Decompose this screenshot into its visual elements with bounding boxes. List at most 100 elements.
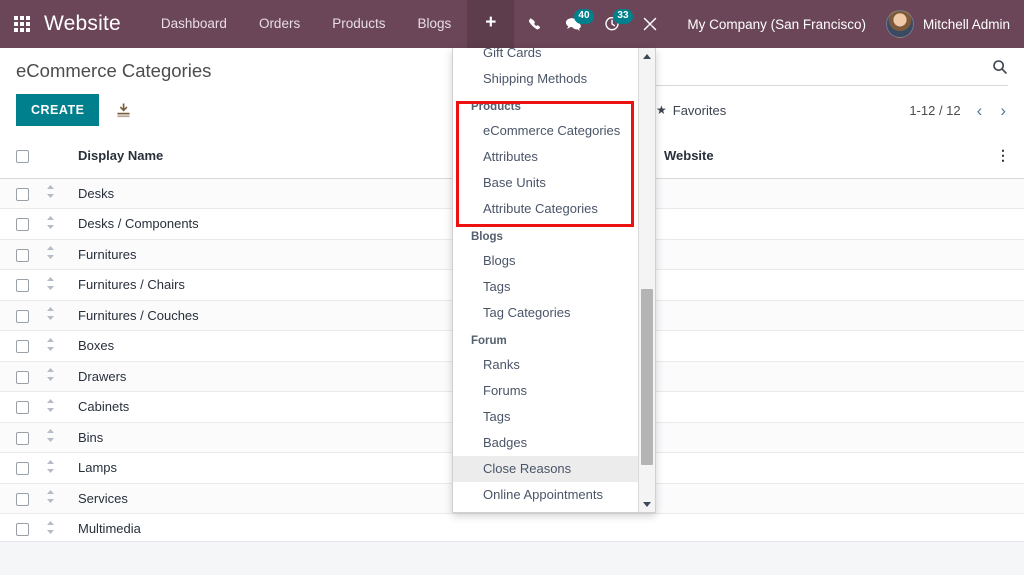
drag-handle-icon[interactable] — [46, 398, 55, 415]
pager: 1-12 / 12 ‹ › — [909, 102, 1008, 119]
dropdown-item-online-appointments[interactable]: Online Appointments — [453, 482, 639, 508]
nav-item-blogs[interactable]: Blogs — [401, 0, 467, 48]
nav-more-plus-button[interactable]: + — [467, 0, 515, 48]
user-name-label: Mitchell Admin — [922, 16, 1010, 32]
row-checkbox[interactable] — [16, 523, 29, 537]
row-options-cell — [978, 422, 1024, 453]
phone-icon[interactable] — [517, 0, 554, 48]
avatar — [885, 10, 914, 38]
drag-handle-icon[interactable] — [46, 185, 55, 201]
chevron-right-icon[interactable]: › — [998, 102, 1008, 119]
more-menu-dropdown: Gift Cards Shipping Methods Products eComme… — [452, 48, 656, 513]
column-options-cell: ⋮ — [978, 134, 1024, 179]
drag-handle-icon[interactable] — [46, 337, 55, 354]
dropdown-item-badges[interactable]: Badges — [453, 430, 639, 456]
row-options-cell — [978, 361, 1024, 392]
row-checkbox[interactable] — [16, 340, 29, 354]
scrollbar-thumb[interactable] — [641, 289, 653, 465]
table-row[interactable]: Multimedia — [0, 513, 1024, 541]
nav-item-products[interactable]: Products — [316, 0, 401, 48]
dropdown-item-ecommerce-categories[interactable]: eCommerce Categories — [453, 118, 639, 144]
messages-badge: 40 — [574, 9, 594, 24]
cell-display-name: Desks / Components — [78, 216, 199, 232]
favorites-dropdown[interactable]: ★ Favorites — [656, 103, 726, 118]
dropdown-section-blogs: Blogs — [471, 231, 503, 243]
dropdown-item-tags[interactable]: Tags — [453, 274, 639, 300]
drag-handle-icon[interactable] — [46, 520, 55, 537]
apps-grid-icon[interactable] — [0, 0, 44, 48]
row-checkbox[interactable] — [16, 370, 29, 384]
row-drag-cell — [46, 269, 78, 301]
dropdown-item-attribute-categories[interactable]: Attribute Categories — [453, 196, 639, 222]
chevron-left-icon[interactable]: ‹ — [975, 102, 985, 119]
company-selector[interactable]: My Company (San Francisco) — [669, 17, 880, 32]
row-options-cell — [978, 330, 1024, 362]
drag-handle-icon[interactable] — [46, 368, 55, 384]
row-drag-cell — [46, 239, 78, 270]
user-menu[interactable]: Mitchell Admin — [880, 0, 1024, 48]
dropdown-list: Gift Cards Shipping Methods Products eComme… — [453, 48, 639, 508]
drag-handle-icon[interactable] — [46, 459, 55, 476]
row-checkbox[interactable] — [16, 309, 29, 323]
row-select-cell — [0, 452, 46, 484]
list-footer — [0, 541, 1024, 575]
row-drag-cell — [46, 300, 78, 331]
drag-handle-icon[interactable] — [46, 307, 55, 323]
dropdown-scrollbar[interactable] — [638, 48, 655, 512]
select-all-checkbox[interactable] — [16, 150, 29, 164]
dropdown-section-products: Products — [471, 101, 521, 113]
dropdown-item-close-reasons[interactable]: Close Reasons — [453, 456, 639, 482]
import-download-icon[interactable] — [115, 102, 132, 119]
vertical-dots-icon[interactable]: ⋮ — [996, 147, 1010, 163]
row-drag-cell — [46, 422, 78, 453]
dropdown-item-gift-cards[interactable]: Gift Cards — [453, 48, 639, 66]
activities-badge: 33 — [613, 9, 633, 24]
create-button[interactable]: CREATE — [16, 94, 100, 126]
scroll-down-arrow-icon[interactable] — [639, 496, 655, 512]
cell-display-name: Desks — [78, 185, 115, 201]
row-checkbox[interactable] — [16, 492, 29, 506]
search-bar[interactable] — [656, 48, 1008, 86]
drag-handle-icon[interactable] — [46, 429, 55, 445]
drag-handle-icon[interactable] — [46, 490, 55, 506]
cell-display-name: Furnitures — [78, 246, 137, 262]
row-drag-cell — [46, 208, 78, 240]
dropdown-item-tags[interactable]: Tags — [453, 404, 639, 430]
nav-item-dashboard[interactable]: Dashboard — [145, 0, 243, 48]
dropdown-item-forums[interactable]: Forums — [453, 378, 639, 404]
row-checkbox[interactable] — [16, 187, 29, 201]
filter-row: ★ Favorites 1-12 / 12 ‹ › — [656, 87, 1008, 133]
debug-tools-icon[interactable] — [631, 0, 669, 48]
scroll-up-arrow-icon[interactable] — [639, 48, 655, 65]
top-navbar: Website Dashboard Orders Products Blogs … — [0, 0, 1024, 48]
row-checkbox[interactable] — [16, 248, 29, 262]
activities-icon[interactable]: 33 — [593, 0, 633, 48]
row-drag-cell — [46, 452, 78, 484]
row-options-cell — [978, 208, 1024, 240]
pager-label: 1-12 / 12 — [909, 102, 961, 118]
control-panel-right: ★ Favorites 1-12 / 12 ‹ › — [640, 48, 1024, 134]
dropdown-item-attributes[interactable]: Attributes — [453, 144, 639, 170]
drag-handle-icon[interactable] — [46, 276, 55, 293]
row-drag-cell — [46, 391, 78, 423]
drag-handle-icon[interactable] — [46, 215, 55, 232]
dropdown-item-ranks[interactable]: Ranks — [453, 352, 639, 378]
dropdown-item-tag-categories[interactable]: Tag Categories — [453, 300, 639, 326]
row-checkbox[interactable] — [16, 218, 29, 232]
dropdown-item-shipping-methods[interactable]: Shipping Methods — [453, 66, 639, 92]
row-checkbox[interactable] — [16, 431, 29, 445]
row-checkbox[interactable] — [16, 401, 29, 415]
cell-display-name: Lamps — [78, 460, 118, 476]
brand-title[interactable]: Website — [44, 12, 127, 36]
favorites-label: Favorites — [672, 102, 727, 118]
row-checkbox[interactable] — [16, 462, 29, 476]
dropdown-item-blogs[interactable]: Blogs — [453, 248, 639, 274]
row-checkbox[interactable] — [16, 279, 29, 293]
column-header-website[interactable]: Website — [648, 134, 978, 179]
nav-item-orders[interactable]: Orders — [243, 0, 316, 48]
dropdown-item-base-units[interactable]: Base Units — [453, 170, 639, 196]
search-icon[interactable] — [992, 59, 1008, 75]
drag-handle-icon[interactable] — [46, 246, 55, 262]
messages-icon[interactable]: 40 — [554, 0, 594, 48]
row-drag-cell — [46, 361, 78, 392]
